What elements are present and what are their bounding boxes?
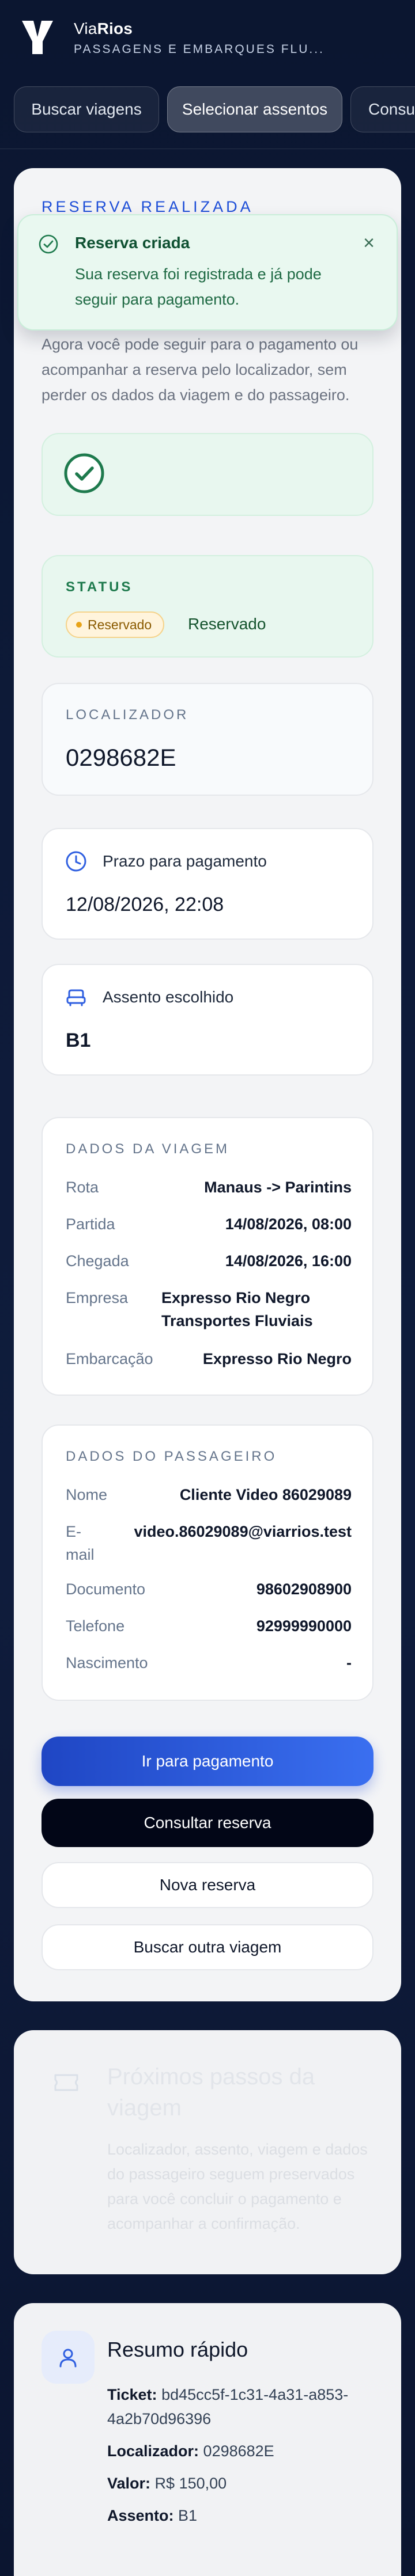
trip-row-key: Partida [66, 1215, 115, 1233]
trip-row-chegada: Chegada 14/08/2026, 16:00 [66, 1249, 352, 1272]
locator-label: LOCALIZADOR [66, 707, 189, 723]
trip-row-value: Manaus -> Parintins [204, 1179, 352, 1196]
lookup-reservation-button[interactable]: Consultar reserva [42, 1799, 373, 1847]
trip-row-partida: Partida 14/08/2026, 08:00 [66, 1213, 352, 1236]
summary-ticket: Ticket: bd45cc5f-1c31-4a31-a853-4a2b70d9… [107, 2383, 372, 2431]
passenger-details-label: DADOS DO PASSAGEIRO [66, 1449, 277, 1464]
trip-row-value: 14/08/2026, 08:00 [225, 1215, 352, 1233]
trip-row-key: Empresa [66, 1289, 129, 1306]
trip-details-label: DADOS DA VIAGEM [66, 1141, 230, 1157]
passenger-row-documento: Documento 98602908900 [66, 1578, 352, 1601]
payment-deadline-title: Prazo para pagamento [103, 852, 267, 870]
summary-locator: Localizador: 0298682E [107, 2439, 372, 2463]
search-another-trip-button[interactable]: Buscar outra viagem [42, 1924, 373, 1970]
trip-row-key: Chegada [66, 1252, 129, 1270]
status-label: STATUS [66, 579, 133, 595]
ticket-icon [54, 2074, 78, 2091]
next-steps-title: Próximos passos da viagem [107, 2064, 315, 2121]
seat-title: Assento escolhido [103, 988, 234, 1006]
user-icon-wrap [42, 2331, 95, 2384]
passenger-row-value: 92999990000 [256, 1617, 352, 1635]
trip-row-value: 14/08/2026, 16:00 [225, 1252, 352, 1270]
step-tabs: Buscar viagens Selecionar assentos Consu [0, 86, 415, 134]
passenger-row-key: Documento [66, 1580, 146, 1598]
passenger-details-card: DADOS DO PASSAGEIRO Nome Cliente Video 8… [42, 1424, 373, 1701]
trip-row-empresa: Empresa Expresso Rio Negro Transportes F… [66, 1286, 352, 1332]
summary-ticket-label: Ticket: [107, 2386, 157, 2403]
locator-card: LOCALIZADOR 0298682E [42, 683, 373, 796]
passenger-row-nome: Nome Cliente Video 86029089 [66, 1483, 352, 1506]
toast-message: Sua reserva foi registrada e já pode seg… [75, 265, 322, 308]
app-header: ViaRios PASSAGENS E EMBARQUES FLU... [0, 0, 415, 86]
summary-price-label: Valor: [107, 2475, 151, 2492]
passenger-row-key: Nome [66, 1486, 108, 1503]
summary-seat-label: Assento: [107, 2507, 174, 2524]
success-card [42, 433, 373, 516]
check-circle-icon [39, 234, 58, 254]
passenger-row-value: 98602908900 [256, 1580, 352, 1598]
trip-row-embarcacao: Embarcação Expresso Rio Negro [66, 1347, 352, 1370]
status-dot [76, 622, 82, 628]
success-check-icon [64, 453, 104, 493]
passenger-row-value: - [346, 1654, 352, 1671]
close-icon[interactable]: × [359, 233, 379, 253]
trip-details-card: DADOS DA VIAGEM Rota Manaus -> Parintins… [42, 1117, 373, 1396]
next-steps-text: Localizador, assento, viagem e dados do … [107, 2141, 368, 2232]
summary-locator-value: 0298682E [203, 2442, 274, 2460]
summary-price: Valor: R$ 150,00 [107, 2471, 372, 2495]
passenger-row-email: E-mail video.86029089@viarrios.test [66, 1520, 352, 1566]
locator-value: 0298682E [66, 744, 176, 771]
status-card: STATUS Reservado Reservado [42, 555, 373, 658]
go-to-payment-button[interactable]: Ir para pagamento [42, 1737, 373, 1786]
trip-row-key: Embarcação [66, 1350, 153, 1367]
passenger-row-key: E-mail [66, 1523, 95, 1563]
new-reservation-button[interactable]: Nova reserva [42, 1862, 373, 1908]
toast-title: Reserva criada [75, 234, 190, 252]
status-text: Reservado [188, 615, 266, 633]
trip-row-rota: Rota Manaus -> Parintins [66, 1176, 352, 1199]
seat-icon [66, 989, 86, 1006]
brand-name: ViaRios [74, 20, 133, 37]
passenger-row-telefone: Telefone 92999990000 [66, 1614, 352, 1637]
summary-price-value: R$ 150,00 [154, 2475, 227, 2492]
passenger-row-key: Nascimento [66, 1654, 148, 1671]
toast-reserva-criada: Reserva criada Sua reserva foi registrad… [17, 214, 398, 330]
tab-consultar[interactable]: Consu [350, 86, 415, 132]
clock-icon [66, 851, 86, 872]
tab-buscar-viagens[interactable]: Buscar viagens [14, 86, 159, 132]
seat-card: Assento escolhido B1 [42, 964, 373, 1076]
payment-deadline-value: 12/08/2026, 22:08 [66, 894, 224, 915]
via-rios-logo[interactable] [21, 20, 54, 55]
passenger-row-nascimento: Nascimento - [66, 1651, 352, 1674]
seat-value: B1 [66, 1029, 91, 1051]
summary-seat-value: B1 [178, 2507, 198, 2524]
status-badge: Reservado [66, 611, 165, 638]
passenger-row-key: Telefone [66, 1617, 125, 1635]
tab-selecionar-assentos[interactable]: Selecionar assentos [167, 86, 342, 132]
trip-row-key: Rota [66, 1179, 99, 1196]
payment-deadline-card: Prazo para pagamento 12/08/2026, 22:08 [42, 828, 373, 940]
intro-text: Agora você pode seguir para o pagamento … [42, 336, 359, 404]
trip-row-value: Expresso Rio Negro Transportes Fluviais [161, 1289, 313, 1329]
summary-seat: Assento: B1 [107, 2503, 372, 2528]
section-eyebrow: RESERVA REALIZADA [42, 198, 254, 215]
status-badge-text: Reservado [88, 617, 152, 632]
trip-row-value: Expresso Rio Negro [202, 1350, 352, 1367]
user-icon [59, 2349, 77, 2368]
passenger-row-value: Cliente Video 86029089 [179, 1486, 352, 1503]
brand: ViaRios PASSAGENS E EMBARQUES FLU... [74, 20, 325, 56]
brand-tagline: PASSAGENS E EMBARQUES FLU... [74, 43, 325, 56]
quick-summary-title: Resumo rápido [107, 2338, 248, 2361]
summary-locator-label: Localizador: [107, 2442, 199, 2460]
passenger-row-value: video.86029089@viarrios.test [134, 1523, 352, 1540]
